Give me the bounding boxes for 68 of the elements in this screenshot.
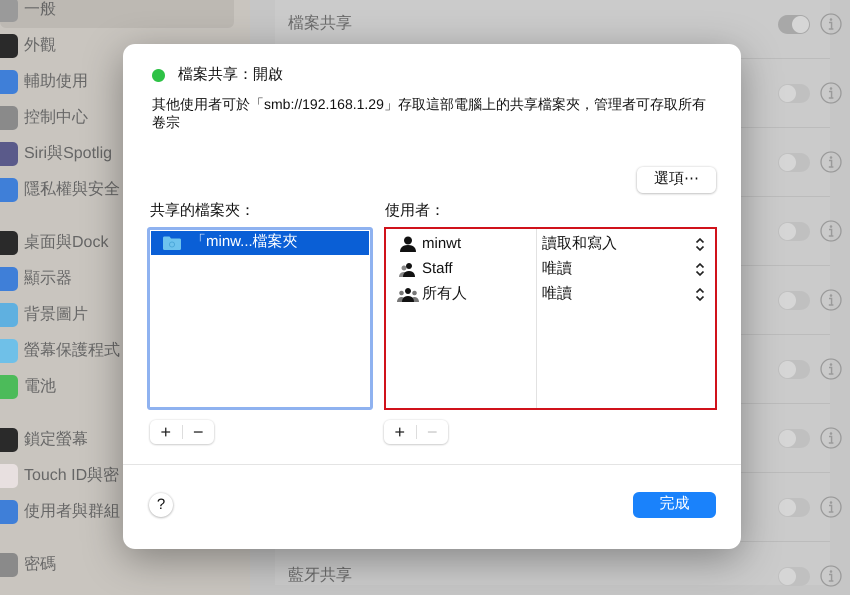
info-icon[interactable] <box>820 358 842 380</box>
sidebar-item[interactable]: 背景圖片 <box>0 297 234 333</box>
add-button[interactable]: + <box>150 420 182 444</box>
sidebar-label: 鎖定螢幕 <box>24 430 88 450</box>
sidebar-label: 使用者與群組 <box>24 502 120 522</box>
toggle-switch[interactable] <box>778 222 810 240</box>
sidebar-item[interactable]: Siri與Spotlig <box>0 136 234 172</box>
sidebar-label: 外觀 <box>24 36 56 56</box>
sidebar-item[interactable]: 外觀 <box>0 28 234 64</box>
toggle-switch[interactable] <box>778 290 810 310</box>
help-button[interactable]: ? <box>149 492 173 516</box>
toggle-switch[interactable] <box>778 152 810 172</box>
toggle-switch[interactable] <box>778 498 810 516</box>
info-icon[interactable] <box>820 151 842 173</box>
sidebar-label: 螢幕保護程式 <box>24 340 120 361</box>
options-button[interactable]: 選項⋯ <box>637 166 716 192</box>
toggle-switch[interactable] <box>778 14 810 34</box>
sidebar-label: 輔助使用 <box>24 72 88 92</box>
sharing-description: 其他使用者可於「smb://192.168.1.29」存取這部電腦上的共享檔案夾，管理者可存取所有卷宗 <box>152 94 707 130</box>
dialog-title: 檔案共享：開啟 <box>178 65 283 85</box>
info-icon[interactable] <box>820 427 842 449</box>
done-button[interactable]: 完成 <box>633 492 716 518</box>
info-icon[interactable] <box>820 13 842 35</box>
info-icon[interactable] <box>820 565 842 587</box>
sidebar-item[interactable]: Touch ID與密 <box>0 458 234 494</box>
sidebar-item[interactable]: 密碼 <box>0 547 234 583</box>
info-icon[interactable] <box>820 82 842 104</box>
shared-folders-label: 共享的檔案夾： <box>150 202 256 218</box>
folder-row[interactable]: 「minw...檔案夾 <box>151 230 369 254</box>
user-name[interactable]: 所有人 <box>422 282 467 306</box>
folder-icon <box>163 236 181 250</box>
people-icon <box>397 286 419 302</box>
up-down-chevron-icon <box>695 262 705 276</box>
person-icon <box>399 236 417 252</box>
user-name[interactable]: minwt <box>422 232 462 256</box>
info-icon[interactable] <box>820 289 842 311</box>
sidebar-label: Siri與Spotlig <box>24 144 112 164</box>
add-button[interactable]: + <box>384 420 416 444</box>
sidebar-label: 密碼 <box>24 554 56 575</box>
sidebar-item[interactable]: 螢幕保護程式 <box>0 333 234 369</box>
sidebar-label: 電池 <box>24 376 56 397</box>
setting-title: 藍牙共享 <box>288 566 352 586</box>
user-name[interactable]: Staff <box>422 258 453 280</box>
info-icon[interactable] <box>820 220 842 242</box>
sidebar-item[interactable]: 一般 <box>0 0 234 28</box>
sidebar-label: 背景圖片 <box>24 304 88 325</box>
toggle-switch[interactable] <box>778 84 810 102</box>
remove-button[interactable]: − <box>182 420 214 444</box>
sidebar-item[interactable]: 顯示器 <box>0 261 234 297</box>
people-icon <box>398 261 418 277</box>
permission-popup[interactable]: 唯讀 <box>542 282 705 306</box>
setting-title: 檔案共享 <box>288 13 352 34</box>
info-icon[interactable] <box>820 496 842 518</box>
toggle-switch[interactable] <box>778 360 810 378</box>
sidebar-label: Touch ID與密 <box>24 466 120 486</box>
up-down-chevron-icon <box>695 236 705 252</box>
folder-name: 「minw...檔案夾 <box>191 232 298 252</box>
sidebar-label: 一般 <box>24 0 56 20</box>
sidebar-label: 控制中心 <box>24 108 88 128</box>
sidebar-label: 桌面與Dock <box>24 232 108 253</box>
users-label: 使用者： <box>385 202 446 218</box>
sidebar-item[interactable]: 電池 <box>0 369 234 405</box>
toggle-switch[interactable] <box>778 428 810 448</box>
permission-popup[interactable]: 讀取和寫入 <box>542 232 705 256</box>
permission-popup[interactable]: 唯讀 <box>542 256 705 282</box>
up-down-chevron-icon <box>695 286 705 302</box>
sidebar-label: 隱私權與安全 <box>24 180 120 200</box>
sidebar-label: 顯示器 <box>24 268 72 289</box>
